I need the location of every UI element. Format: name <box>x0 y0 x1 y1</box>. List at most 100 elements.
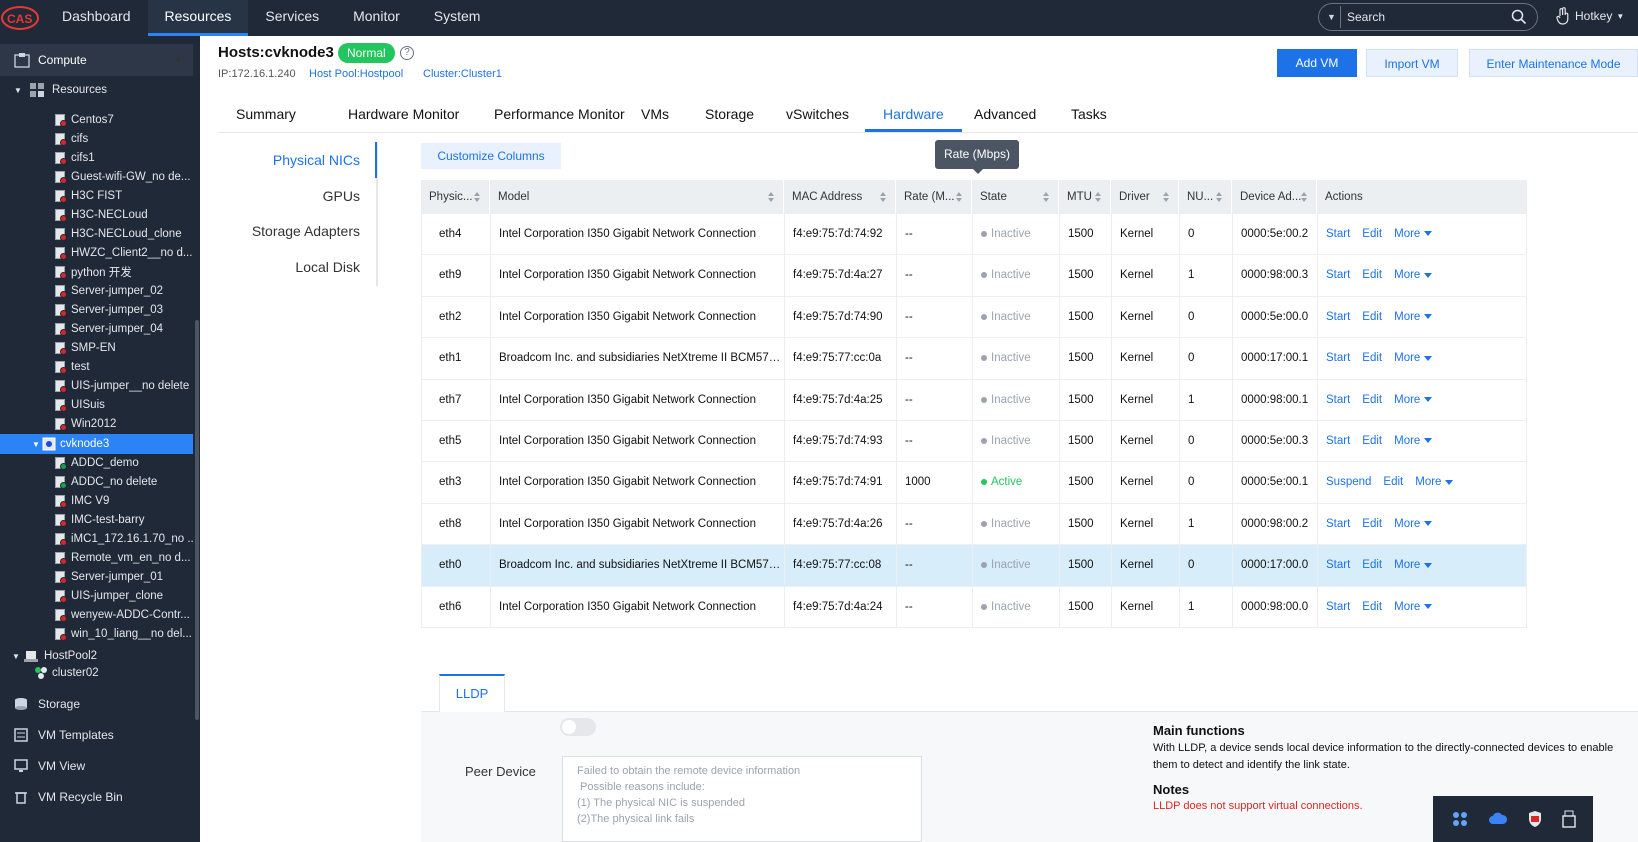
table-row[interactable]: eth5 Intel Corporation I350 Gigabit Netwo… <box>421 421 1527 463</box>
sidebar-vm-item[interactable]: ADDC_no delete <box>0 472 193 492</box>
cloud-icon[interactable] <box>1488 810 1508 828</box>
sidebar-scrollbar[interactable] <box>195 320 199 720</box>
caret-down-icon[interactable] <box>1424 314 1433 320</box>
sidebar-vm-item[interactable]: UIS-jumper__no delete <box>0 376 193 396</box>
column-header[interactable]: Device Ad... <box>1231 180 1316 214</box>
caret-down-icon[interactable] <box>1424 231 1433 237</box>
sidebar-vm-item[interactable]: H3C-NECLoud_clone <box>0 224 193 244</box>
table-row[interactable]: eth6 Intel Corporation I350 Gigabit Netwo… <box>421 586 1527 628</box>
more-link[interactable]: More <box>1394 435 1420 447</box>
usb-drive-icon[interactable] <box>1561 810 1576 828</box>
sidebar-vm-item[interactable]: test <box>0 357 193 377</box>
subnav-local-disk[interactable]: Local Disk <box>295 259 360 275</box>
tab-lldp[interactable]: LLDP <box>439 674 505 712</box>
tab-vswitches[interactable]: vSwitches <box>768 100 867 132</box>
sidebar-vm-item[interactable]: Server-jumper_01 <box>0 567 193 587</box>
start-link[interactable]: Start <box>1326 269 1350 281</box>
more-link[interactable]: More <box>1394 559 1420 571</box>
host-pool-link[interactable]: Host Pool:Hostpool <box>309 68 403 80</box>
start-link[interactable]: Start <box>1326 435 1350 447</box>
sidebar-vm-recycle-bin[interactable]: VM Recycle Bin <box>0 781 193 813</box>
sort-icon[interactable] <box>1094 191 1102 203</box>
more-link[interactable]: More <box>1415 476 1441 488</box>
sidebar-vm-item[interactable]: wenyew-ADDC-Contr... <box>0 605 193 625</box>
start-link[interactable]: Start <box>1326 352 1350 364</box>
caret-down-icon[interactable] <box>1424 272 1433 278</box>
more-link[interactable]: More <box>1394 352 1420 364</box>
table-row[interactable]: eth1 Broadcom Inc. and subsidiaries NetXt… <box>421 338 1527 380</box>
tab-tasks[interactable]: Tasks <box>1053 100 1125 132</box>
sidebar-vm-item[interactable]: UIS-jumper_clone <box>0 586 193 606</box>
sidebar-vm-item[interactable]: Server-jumper_04 <box>0 319 193 339</box>
start-link[interactable]: Start <box>1326 311 1350 323</box>
edit-link[interactable]: Edit <box>1383 476 1403 488</box>
subnav-gpus[interactable]: GPUs <box>323 188 360 204</box>
sort-icon[interactable] <box>1162 191 1170 203</box>
edit-link[interactable]: Edit <box>1362 352 1382 364</box>
start-link[interactable]: Start <box>1326 518 1350 530</box>
edit-link[interactable]: Edit <box>1362 269 1382 281</box>
sidebar-item-cvknode3[interactable]: ▼ cvknode3 <box>0 434 193 454</box>
table-row[interactable]: eth4 Intel Corporation I350 Gigabit Netwo… <box>421 214 1527 256</box>
edit-link[interactable]: Edit <box>1362 311 1382 323</box>
lldp-toggle[interactable] <box>560 718 596 736</box>
sidebar-vm-item[interactable]: IMC V9 <box>0 491 193 511</box>
tab-summary[interactable]: Summary <box>218 100 314 132</box>
sidebar-item-cluster02[interactable]: cluster02 <box>0 663 193 683</box>
sort-icon[interactable] <box>879 191 887 203</box>
column-header[interactable]: MTU <box>1058 180 1110 214</box>
sidebar-vm-item[interactable]: H3C-NECLoud <box>0 205 193 225</box>
peer-device-textarea[interactable]: Failed to obtain the remote device infor… <box>562 756 922 842</box>
sidebar-vm-item[interactable]: H3C FIST <box>0 186 193 206</box>
add-vm-button[interactable]: Add VM <box>1277 49 1357 77</box>
sort-icon[interactable] <box>1215 191 1223 203</box>
sort-icon[interactable] <box>1300 191 1308 203</box>
table-row[interactable]: eth0 Broadcom Inc. and subsidiaries NetXt… <box>421 545 1527 587</box>
hotkey-menu[interactable]: Hotkey ▼ <box>1555 7 1624 25</box>
sidebar-vm-item[interactable]: Centos7 <box>0 110 193 130</box>
search-scope-dropdown[interactable]: ▼ <box>1323 6 1341 28</box>
sidebar-vm-item[interactable]: Server-jumper_02 <box>0 281 193 301</box>
sidebar-vm-item[interactable]: cifs <box>0 129 193 149</box>
table-row[interactable]: eth7 Intel Corporation I350 Gigabit Netwo… <box>421 379 1527 421</box>
nav-dashboard[interactable]: Dashboard <box>45 0 148 36</box>
tab-hardware[interactable]: Hardware <box>865 100 962 132</box>
edit-link[interactable]: Edit <box>1362 394 1382 406</box>
edit-link[interactable]: Edit <box>1362 435 1382 447</box>
tab-storage[interactable]: Storage <box>687 100 772 132</box>
sidebar-vm-item[interactable]: cifs1 <box>0 148 193 168</box>
more-link[interactable]: More <box>1394 601 1420 613</box>
nav-monitor[interactable]: Monitor <box>336 0 417 36</box>
start-link[interactable]: Start <box>1326 559 1350 571</box>
start-link[interactable]: Start <box>1326 394 1350 406</box>
sidebar-vm-item[interactable]: Remote_vm_en_no d... <box>0 548 193 568</box>
sort-icon[interactable] <box>473 191 481 203</box>
sidebar-vm-item[interactable]: Guest-wifi-GW_no de... <box>0 167 193 187</box>
search-icon[interactable] <box>1511 9 1527 25</box>
help-icon[interactable]: ? <box>400 46 414 60</box>
caret-down-icon[interactable] <box>1445 479 1454 485</box>
sidebar-vm-templates[interactable]: VM Templates <box>0 719 193 751</box>
sidebar-vm-view[interactable]: VM View <box>0 750 193 782</box>
start-link[interactable]: Start <box>1326 228 1350 240</box>
tab-hardware-monitor[interactable]: Hardware Monitor <box>330 100 477 132</box>
customize-columns-button[interactable]: Customize Columns <box>421 143 561 169</box>
more-link[interactable]: More <box>1394 228 1420 240</box>
column-header[interactable]: MAC Address <box>783 180 895 214</box>
sidebar-vm-item[interactable]: IMC-test-barry <box>0 510 193 530</box>
sort-icon[interactable] <box>767 191 775 203</box>
sidebar-vm-item[interactable]: ADDC_demo <box>0 453 193 473</box>
subnav-physical-nics[interactable]: Physical NICs <box>273 152 360 168</box>
app-tray-icon[interactable] <box>1451 810 1469 828</box>
suspend-link[interactable]: Suspend <box>1326 476 1371 488</box>
sidebar-item-resources[interactable]: ▼ Resources <box>0 80 193 100</box>
table-row[interactable]: eth3 Intel Corporation I350 Gigabit Netwo… <box>421 462 1527 504</box>
sidebar-vm-item[interactable]: HWZC_Client2__no d... <box>0 243 193 263</box>
sidebar-vm-item[interactable]: UISuis <box>0 395 193 415</box>
sidebar-vm-item[interactable]: win_10_liang__no del... <box>0 624 193 644</box>
sidebar-storage[interactable]: Storage <box>0 688 193 720</box>
search-input[interactable] <box>1347 7 1497 27</box>
import-vm-button[interactable]: Import VM <box>1366 49 1458 77</box>
caret-down-icon[interactable] <box>1424 604 1433 610</box>
table-row[interactable]: eth8 Intel Corporation I350 Gigabit Netwo… <box>421 503 1527 546</box>
